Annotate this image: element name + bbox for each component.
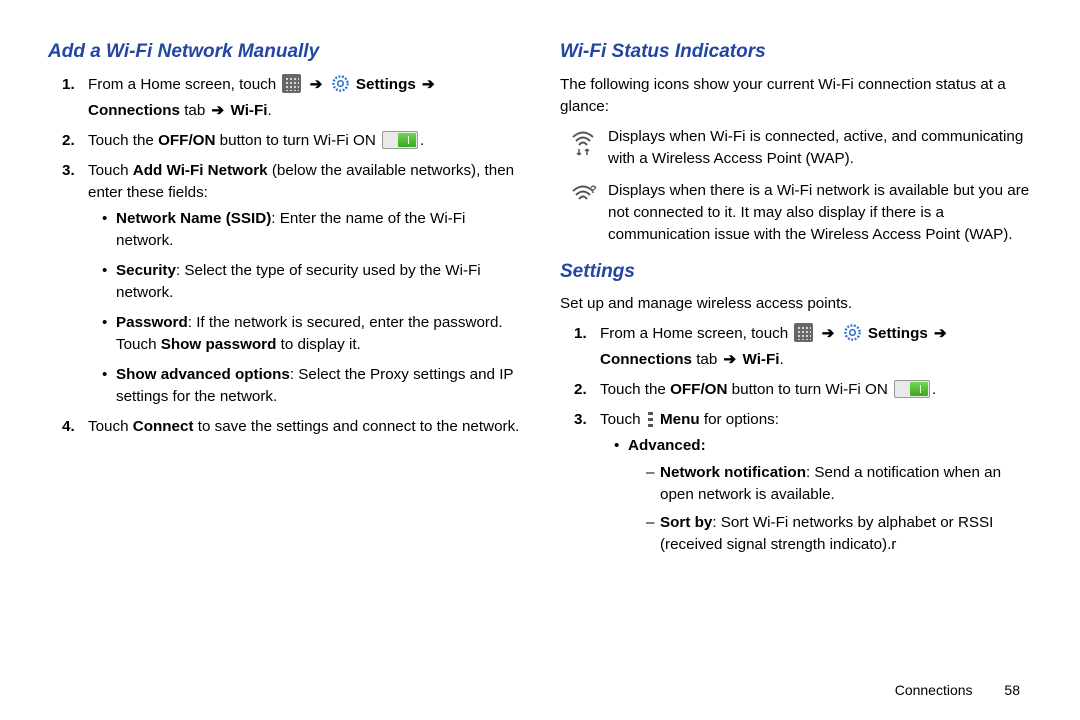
step4-text2: to save the settings and connect to the …	[194, 418, 520, 435]
sortby-label: Sort by	[660, 514, 712, 531]
menu-icon	[648, 412, 653, 427]
sstep3-text2: for options:	[700, 411, 779, 428]
period: .	[267, 102, 271, 119]
indicator-available-text: Displays when there is a Wi-Fi network i…	[608, 180, 1032, 246]
connections-label: Connections	[88, 102, 180, 119]
period: .	[420, 132, 424, 149]
wifi-active-icon	[570, 126, 598, 170]
password-desc2: to display it.	[276, 336, 360, 353]
offon-label: OFF/ON	[158, 132, 215, 149]
indicator-connected-text: Displays when Wi-Fi is connected, active…	[608, 126, 1032, 170]
arrow-icon: ➔	[310, 76, 323, 93]
ssid-label: Network Name (SSID)	[116, 210, 271, 227]
arrow-icon: ➔	[822, 325, 835, 342]
sstep2-text: Touch the	[600, 381, 670, 398]
fields-list: Network Name (SSID): Enter the name of t…	[88, 208, 520, 408]
page-footer: Connections 58	[895, 680, 1020, 700]
settings-intro: Set up and manage wireless access points…	[560, 293, 1032, 315]
footer-section: Connections	[895, 682, 973, 698]
tab-text: tab	[692, 351, 722, 368]
heading-add-wifi: Add a Wi-Fi Network Manually	[48, 38, 520, 66]
svg-text:?: ?	[590, 184, 596, 196]
wifi-question-icon: ?	[570, 180, 598, 246]
showpw-label: Show password	[161, 336, 277, 353]
left-column: Add a Wi-Fi Network Manually 1. From a H…	[48, 38, 520, 564]
settings-label: Settings	[864, 325, 928, 342]
heading-settings: Settings	[560, 258, 1032, 286]
options-list: Advanced: Network notification: Send a n…	[600, 435, 1032, 555]
indicator-connected: Displays when Wi-Fi is connected, active…	[570, 126, 1032, 170]
step1-text: From a Home screen, touch	[88, 76, 280, 93]
steps-add-wifi: 1. From a Home screen, touch ➔ Settings …	[48, 74, 520, 438]
step2-text: Touch the	[88, 132, 158, 149]
apps-icon	[282, 74, 301, 93]
steps-settings: 1. From a Home screen, touch ➔ Settings …	[560, 323, 1032, 555]
addwifi-label: Add Wi-Fi Network	[133, 162, 268, 179]
step2-text2: button to turn Wi-Fi ON	[215, 132, 380, 149]
connections-label: Connections	[600, 351, 692, 368]
advopt-label: Show advanced options	[116, 366, 290, 383]
wifi-label: Wi-Fi	[226, 102, 267, 119]
offon-label: OFF/ON	[670, 381, 727, 398]
step4-text: Touch	[88, 418, 133, 435]
sstep1-text: From a Home screen, touch	[600, 325, 792, 342]
footer-page: 58	[1004, 682, 1020, 698]
gear-icon	[843, 323, 862, 349]
arrow-icon: ➔	[934, 325, 947, 342]
tab-text: tab	[180, 102, 210, 119]
step3-text: Touch	[88, 162, 133, 179]
heading-status: Wi-Fi Status Indicators	[560, 38, 1032, 66]
wifi-label: Wi-Fi	[738, 351, 779, 368]
toggle-on-icon	[382, 131, 418, 149]
arrow-icon: ➔	[422, 76, 435, 93]
indicator-available: ? Displays when there is a Wi-Fi network…	[570, 180, 1032, 246]
sstep2-text2: button to turn Wi-Fi ON	[727, 381, 892, 398]
gear-icon	[331, 74, 350, 100]
period: .	[932, 381, 936, 398]
status-intro: The following icons show your current Wi…	[560, 74, 1032, 118]
connect-label: Connect	[133, 418, 194, 435]
right-column: Wi-Fi Status Indicators The following ic…	[560, 38, 1032, 564]
password-label: Password	[116, 314, 188, 331]
settings-label: Settings	[352, 76, 416, 93]
toggle-on-icon	[894, 380, 930, 398]
advanced-sublist: Network notification: Send a notificatio…	[628, 462, 1032, 556]
arrow-icon: ➔	[212, 102, 225, 119]
sstep3-text: Touch	[600, 411, 645, 428]
menu-label: Menu	[656, 411, 700, 428]
apps-icon	[794, 323, 813, 342]
arrow-icon: ➔	[724, 351, 737, 368]
period: .	[779, 351, 783, 368]
netnotif-label: Network notification	[660, 464, 806, 481]
security-label: Security	[116, 262, 176, 279]
advanced-label: Advanced:	[628, 437, 706, 454]
